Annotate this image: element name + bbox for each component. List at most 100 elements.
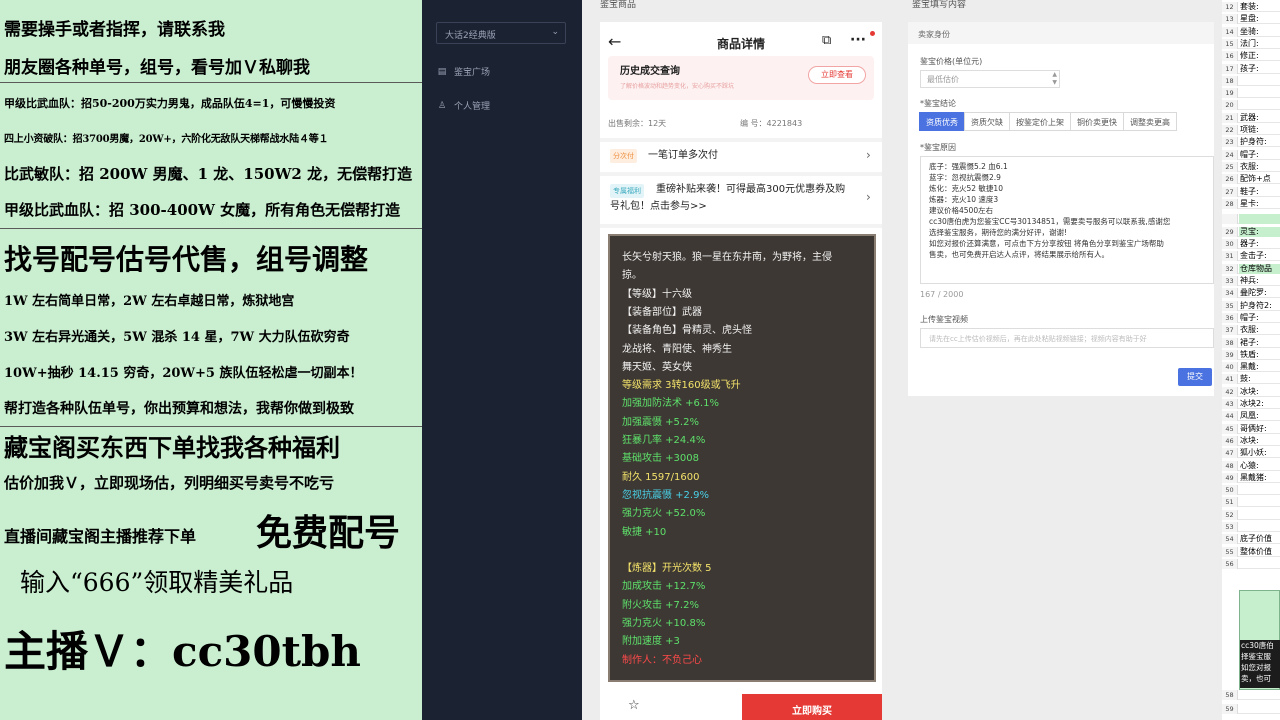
sheet-row[interactable]: 34 叠陀罗:	[1222, 288, 1280, 299]
sheet-row[interactable]: 22 项链:	[1222, 125, 1280, 135]
sheet-row[interactable]: 35 护身符2:	[1222, 300, 1280, 311]
sheet-cell: 底子价值	[1240, 534, 1272, 544]
sheet-row-number: 54	[1222, 534, 1238, 545]
divider	[0, 82, 422, 83]
sheet-row[interactable]: 15 法门:	[1222, 38, 1280, 49]
price-placeholder: 最低估价	[927, 75, 959, 84]
sheet-row[interactable]: 29 灵宝:	[1222, 226, 1280, 237]
price-label: 鉴宝价格(单位元)	[920, 57, 983, 66]
conclusion-tab[interactable]: 资质优秀	[919, 112, 965, 131]
sheet-row[interactable]: 33 神兵:	[1222, 276, 1280, 286]
installment-row[interactable]: 分次付 一笔订单多次付 ›	[610, 146, 874, 168]
sheet-cell: 武器:	[1240, 112, 1259, 122]
sheet-row[interactable]: 17 孩子:	[1222, 63, 1280, 74]
sheet-cell: 哥俩好:	[1240, 423, 1267, 433]
sheet-row-number: 25	[1222, 161, 1238, 172]
reason-textarea[interactable]: 底子：强震慑5.2 血6.1 蓝字：忽视抗震慑2.9 炼化：克火52 敏捷10 炼器：…	[920, 156, 1214, 284]
sheet-row[interactable]: 44 凤凰:	[1222, 411, 1280, 422]
sheet-row[interactable]: 13 星盘:	[1222, 14, 1280, 25]
conclusion-options: 资质优秀 资质欠缺 按鉴定价上架 铜价卖更快 调整卖更高	[919, 112, 1177, 131]
sheet-row-number: 46	[1222, 435, 1238, 446]
view-history-button[interactable]: 立即查看	[808, 66, 866, 84]
equipment-attributes-card: 长矢兮射天狼。狼一星在东井南，为野将，主侵 掠。 【等级】十六级 【装备部位】武器 【装…	[608, 234, 876, 682]
conclusion-tab[interactable]: 资质欠缺	[964, 112, 1010, 131]
sheet-row[interactable]: 39 铁盾:	[1222, 349, 1280, 360]
buy-now-button[interactable]: 立即购买	[742, 694, 882, 720]
sheet-row[interactable]: 49 黑戴猪:	[1222, 472, 1280, 483]
sheet-row[interactable]: 54 底子价值	[1222, 534, 1280, 545]
sheet-row[interactable]: 55 整体价值	[1222, 546, 1280, 557]
sheet-cell: 项链:	[1240, 125, 1259, 134]
bottom-action-bar: ☆ 立即购买	[600, 694, 882, 720]
sheet-row[interactable]: 50	[1222, 485, 1280, 496]
note-cell: cc30唐伯 择鉴宝服 如您对报 卖，也可	[1240, 640, 1280, 688]
sheet-row[interactable]: 41 鼓:	[1222, 374, 1280, 385]
watermark-logo: CC直播	[1070, 62, 1151, 87]
reason-line: 炼器：克火10 速度3	[929, 195, 999, 204]
sheet-row[interactable]: 16 修正:	[1222, 51, 1280, 62]
sheet-row[interactable]: 19	[1222, 88, 1280, 99]
sheet-cell: 帽子:	[1240, 149, 1259, 159]
stepper-icon[interactable]: ▲ ▼	[1052, 71, 1057, 87]
attribute-line: 附火攻击 +7.2%	[622, 599, 699, 611]
sheet-row[interactable]: 32 仓库物品	[1222, 263, 1280, 274]
conclusion-tab[interactable]: 按鉴定价上架	[1009, 112, 1071, 131]
sheet-row[interactable]: 36 帽子:	[1222, 312, 1280, 323]
sheet-row[interactable]: 23 护身符:	[1222, 137, 1280, 148]
sheet-row[interactable]	[1222, 213, 1280, 224]
sheet-row[interactable]: 56	[1222, 558, 1280, 569]
sheet-row[interactable]: 31 金击子:	[1222, 251, 1280, 262]
sheet-row-number: 45	[1222, 423, 1238, 434]
sheet-row[interactable]: 48 心猿:	[1222, 460, 1280, 471]
sheet-row[interactable]: 30 器子:	[1222, 239, 1280, 250]
sheet-row[interactable]: 24 帽子:	[1222, 149, 1280, 160]
video-link-input[interactable]: 请先在cc上传估价视频后，再在此处粘贴视频链接；视频内容有助于好	[920, 328, 1214, 348]
sheet-row[interactable]: 52	[1222, 509, 1280, 520]
sheet-row[interactable]: 26 配饰+点	[1222, 174, 1280, 185]
attribute-line: 加成攻击 +12.7%	[622, 581, 706, 593]
sheet-row-number	[1222, 213, 1238, 224]
time-left: 出售剩余：12天	[608, 119, 667, 128]
sheet-row[interactable]: 21 武器:	[1222, 112, 1280, 123]
sheet-row[interactable]: 40 黑戴:	[1222, 362, 1280, 373]
sheet-row-number: 51	[1222, 497, 1238, 508]
overlay-line: 直播间藏宝阁主播推荐下单	[4, 527, 197, 546]
subsidy-row[interactable]: 专属福利 重磅补贴来袭！可得最高300元优惠券及购号礼包！点击参与>> ›	[610, 180, 874, 220]
sheet-row[interactable]: 12 套装:	[1222, 2, 1280, 12]
sheet-row[interactable]: 14 坐骑:	[1222, 26, 1280, 37]
divider	[600, 172, 882, 176]
sheet-row-number: 48	[1222, 460, 1238, 471]
sheet-row[interactable]: 42 冰块:	[1222, 386, 1280, 397]
sheet-row[interactable]: 51	[1222, 497, 1280, 508]
conclusion-tab[interactable]: 调整卖更高	[1123, 112, 1177, 131]
sheet-row-number: 18	[1222, 75, 1238, 86]
sheet-row[interactable]: 38 裙子:	[1222, 337, 1280, 348]
item-preview-pane: 鉴宝商品 ← 商品详情 ⧉ ··· 历史成交查询 了解价格波动和趋势变化，安心购…	[582, 0, 900, 720]
overlay-line: 四上小资破队：招3700男魔，20W+，六阶化无敌队天梯帮战水陆４等１	[4, 134, 329, 145]
share-icon[interactable]: ⧉	[822, 33, 831, 48]
sheet-row[interactable]: 59	[1222, 704, 1280, 714]
sheet-row-number: 53	[1222, 522, 1238, 532]
sidebar-item-personal[interactable]: ♙ 个人管理	[436, 99, 490, 113]
favorite-star-icon[interactable]: ☆	[628, 698, 640, 713]
sheet-row[interactable]: 37 衣服:	[1222, 325, 1280, 336]
conclusion-tab[interactable]: 铜价卖更快	[1070, 112, 1124, 131]
sheet-row[interactable]: 43 冰块2:	[1222, 399, 1280, 409]
sheet-row[interactable]: 45 哥俩好:	[1222, 423, 1280, 434]
price-input[interactable]: 最低估价 ▲ ▼	[920, 70, 1060, 88]
sheet-row[interactable]: 25 衣服:	[1222, 161, 1280, 172]
sheet-row[interactable]: 53	[1222, 522, 1280, 532]
sheet-row[interactable]: 18	[1222, 75, 1280, 86]
game-select[interactable]: 大话2经典版 ⌄	[436, 22, 566, 44]
submit-button[interactable]: 提交	[1178, 368, 1212, 386]
sheet-row[interactable]: 27 鞋子:	[1222, 186, 1280, 197]
video-placeholder: 请先在cc上传估价视频后，再在此处粘贴视频链接；视频内容有助于好	[929, 335, 1147, 343]
more-icon[interactable]: ···	[850, 32, 866, 48]
sheet-cell: 金击子:	[1240, 251, 1267, 261]
sidebar-item-plaza[interactable]: ▤ 鉴宝广场	[436, 65, 490, 79]
sheet-row[interactable]: 20	[1222, 100, 1280, 111]
sheet-row[interactable]: 46 冰块:	[1222, 435, 1280, 446]
sheet-row[interactable]: 58	[1222, 690, 1280, 700]
sheet-row[interactable]: 28 星卡:	[1222, 198, 1280, 209]
sheet-row[interactable]: 47 狐小妖:	[1222, 448, 1280, 459]
